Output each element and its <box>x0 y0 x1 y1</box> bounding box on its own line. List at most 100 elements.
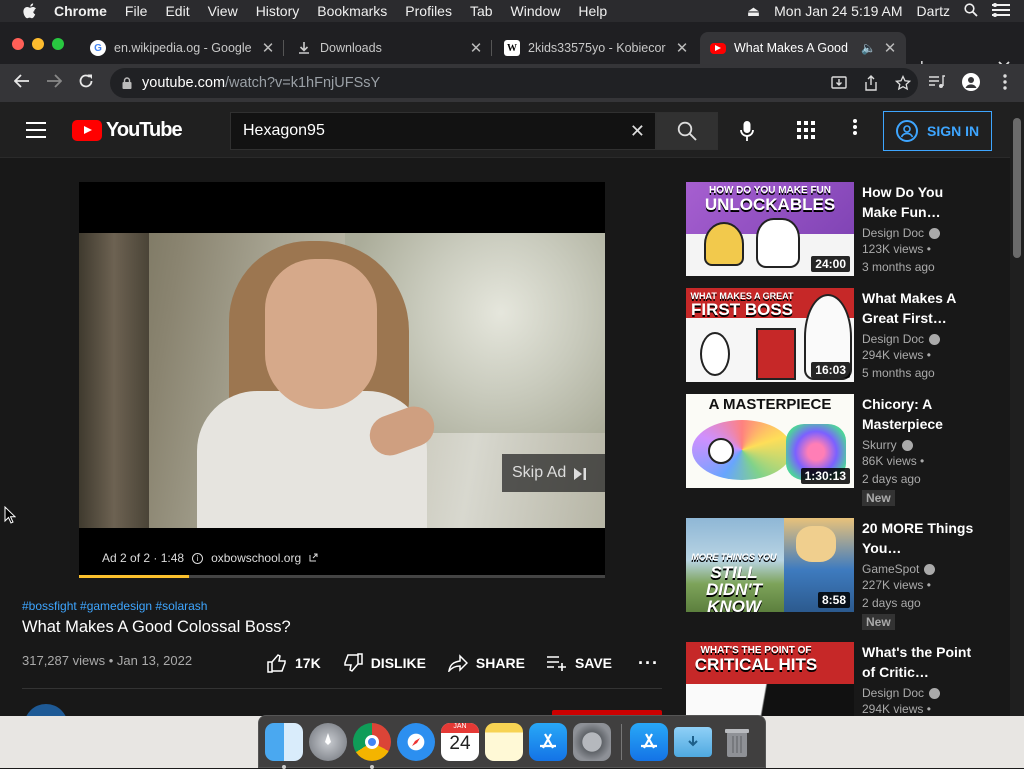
chrome-icon[interactable] <box>353 722 391 769</box>
recommendation-thumbnail[interactable]: MORE THINGS YOU STILL DIDN'T KNOW 8:58 <box>686 518 854 612</box>
skip-ad-button[interactable]: Skip Ad <box>502 454 605 492</box>
menu-help[interactable]: Help <box>578 3 607 19</box>
channel-avatar[interactable] <box>24 704 68 716</box>
apps-grid-icon[interactable] <box>796 120 816 140</box>
spotlight-search-icon[interactable] <box>964 2 978 20</box>
more-actions-icon[interactable]: ··· <box>638 653 659 674</box>
menu-tab[interactable]: Tab <box>470 3 493 19</box>
menu-app-name[interactable]: Chrome <box>54 3 107 19</box>
close-tab-icon[interactable]: ✕ <box>260 39 276 57</box>
settings-kebab-icon[interactable] <box>848 118 862 142</box>
reload-icon[interactable] <box>70 73 102 94</box>
recommendation-item[interactable]: WHAT'S THE POINT OF CRITICAL HITS What's… <box>686 642 1006 716</box>
share-button[interactable]: SHARE <box>447 653 525 673</box>
recommendation-title[interactable]: Chicory: A Masterpiece <box>862 394 974 434</box>
chrome-menu-kebab-icon[interactable] <box>996 73 1014 91</box>
recommendation-title[interactable]: 20 MORE Things You… <box>862 518 974 558</box>
page-scrollbar[interactable] <box>1010 102 1024 716</box>
recommendation-title[interactable]: How Do You Make Fun… <box>862 182 974 222</box>
like-button[interactable]: 17K <box>267 653 321 673</box>
clear-search-icon[interactable]: ✕ <box>630 121 645 142</box>
external-link-icon[interactable] <box>309 551 318 565</box>
calendar-icon[interactable]: JAN 24 <box>441 722 479 761</box>
channel-name[interactable]: Skurry <box>862 438 897 452</box>
video-player[interactable]: Skip Ad Ad 2 of 2 · 1:48 i oxbowschool.o… <box>79 182 605 578</box>
speaker-audio-icon[interactable]: 🔈 <box>861 41 876 55</box>
close-tab-icon[interactable]: ✕ <box>674 39 690 57</box>
recommendation-thumbnail[interactable]: HOW DO YOU MAKE FUN UNLOCKABLES 24:00 <box>686 182 854 276</box>
video-scene-person-shirt <box>197 391 427 528</box>
hashtags[interactable]: #bossfight #gamedesign #solarash <box>22 599 207 613</box>
channel-name[interactable]: Design Doc <box>862 686 924 700</box>
tab-kobiecor[interactable]: W 2kids33575yo - Kobiecor ✕ <box>494 32 698 64</box>
close-tab-icon[interactable]: ✕ <box>882 39 898 57</box>
channel-name[interactable]: Design Doc <box>862 226 924 240</box>
address-bar[interactable]: youtube.com/watch?v=k1hFnjUFSsY <box>110 68 918 98</box>
search-button[interactable] <box>656 112 718 150</box>
eject-icon[interactable]: ⏏ <box>747 3 760 20</box>
scrollbar-thumb[interactable] <box>1013 118 1021 258</box>
minimize-window-button[interactable] <box>32 38 44 50</box>
account-circle-icon <box>896 120 918 142</box>
menu-profiles[interactable]: Profiles <box>405 3 452 19</box>
zoom-window-button[interactable] <box>52 38 64 50</box>
recommendation-item[interactable]: WHAT MAKES A GREAT FIRST BOSS 16:03 What… <box>686 288 1006 384</box>
channel-name[interactable]: Design Doc <box>862 332 924 346</box>
tab-downloads[interactable]: Downloads ✕ <box>286 32 492 64</box>
recommendation-thumbnail[interactable]: WHAT'S THE POINT OF CRITICAL HITS <box>686 642 854 716</box>
launchpad-icon[interactable] <box>309 722 347 761</box>
recommendation-thumbnail[interactable]: A MASTERPIECE 1:30:13 <box>686 394 854 488</box>
close-tab-icon[interactable]: ✕ <box>468 39 484 57</box>
sign-in-button[interactable]: SIGN IN <box>883 111 992 151</box>
save-button[interactable]: SAVE <box>546 653 612 673</box>
profile-avatar-icon[interactable] <box>962 73 980 91</box>
recommendation-item[interactable]: MORE THINGS YOU STILL DIDN'T KNOW 8:58 2… <box>686 518 1006 630</box>
app-store-icon[interactable] <box>529 722 567 761</box>
menubar-user[interactable]: Dartz <box>917 3 950 19</box>
app-store-folder-icon[interactable] <box>630 722 668 761</box>
macos-menubar: Chrome File Edit View History Bookmarks … <box>0 0 1024 22</box>
menu-edit[interactable]: Edit <box>165 3 189 19</box>
tab-youtube-active[interactable]: What Makes A Good 🔈 ✕ <box>700 32 906 64</box>
ad-video-frame[interactable]: Skip Ad <box>79 233 605 528</box>
search-input[interactable]: Hexagon95 ✕ <box>230 112 656 150</box>
lock-icon[interactable] <box>122 77 132 89</box>
media-playlist-icon[interactable] <box>928 73 946 91</box>
notes-icon[interactable] <box>485 722 523 761</box>
forward-arrow-icon[interactable] <box>38 73 70 93</box>
verified-check-icon <box>929 687 941 699</box>
channel-name[interactable]: GameSpot <box>862 562 919 576</box>
recommendation-item[interactable]: A MASTERPIECE 1:30:13 Chicory: A Masterp… <box>686 394 1006 506</box>
menu-file[interactable]: File <box>125 3 148 19</box>
recommendation-thumbnail[interactable]: WHAT MAKES A GREAT FIRST BOSS 16:03 <box>686 288 854 382</box>
ad-progress-bar[interactable] <box>79 575 605 578</box>
ad-info-icon[interactable]: i <box>192 552 204 564</box>
hamburger-menu-icon[interactable] <box>26 122 46 138</box>
menubar-datetime[interactable]: Mon Jan 24 5:19 AM <box>774 3 902 19</box>
safari-icon[interactable] <box>397 722 435 761</box>
menu-bookmarks[interactable]: Bookmarks <box>317 3 387 19</box>
share-icon[interactable] <box>862 74 880 92</box>
back-arrow-icon[interactable] <box>6 73 38 93</box>
trash-icon[interactable] <box>718 723 756 761</box>
ad-domain-link[interactable]: oxbowschool.org <box>211 551 301 565</box>
menu-window[interactable]: Window <box>511 3 561 19</box>
bookmark-star-icon[interactable] <box>894 74 912 92</box>
finder-icon[interactable] <box>265 722 303 769</box>
control-center-icon[interactable] <box>992 2 1010 20</box>
close-window-button[interactable] <box>12 38 24 50</box>
menu-history[interactable]: History <box>256 3 300 19</box>
downloads-folder-icon[interactable] <box>674 726 712 757</box>
recommendation-title[interactable]: What Makes A Great First… <box>862 288 974 328</box>
dislike-button[interactable]: DISLIKE <box>343 653 426 673</box>
recommendation-item[interactable]: HOW DO YOU MAKE FUN UNLOCKABLES 24:00 Ho… <box>686 182 1006 278</box>
youtube-logo[interactable]: YouTube <box>72 119 183 142</box>
window-controls <box>12 38 64 50</box>
apple-menu-icon[interactable] <box>20 3 40 19</box>
system-preferences-icon[interactable] <box>573 722 611 761</box>
recommendation-title[interactable]: What's the Point of Critic… <box>862 642 974 682</box>
microphone-icon[interactable] <box>734 118 760 144</box>
tab-wikipedia-google[interactable]: G en.wikipedia.og - Google ✕ <box>80 32 284 64</box>
menu-view[interactable]: View <box>208 3 238 19</box>
install-app-icon[interactable] <box>830 74 848 92</box>
